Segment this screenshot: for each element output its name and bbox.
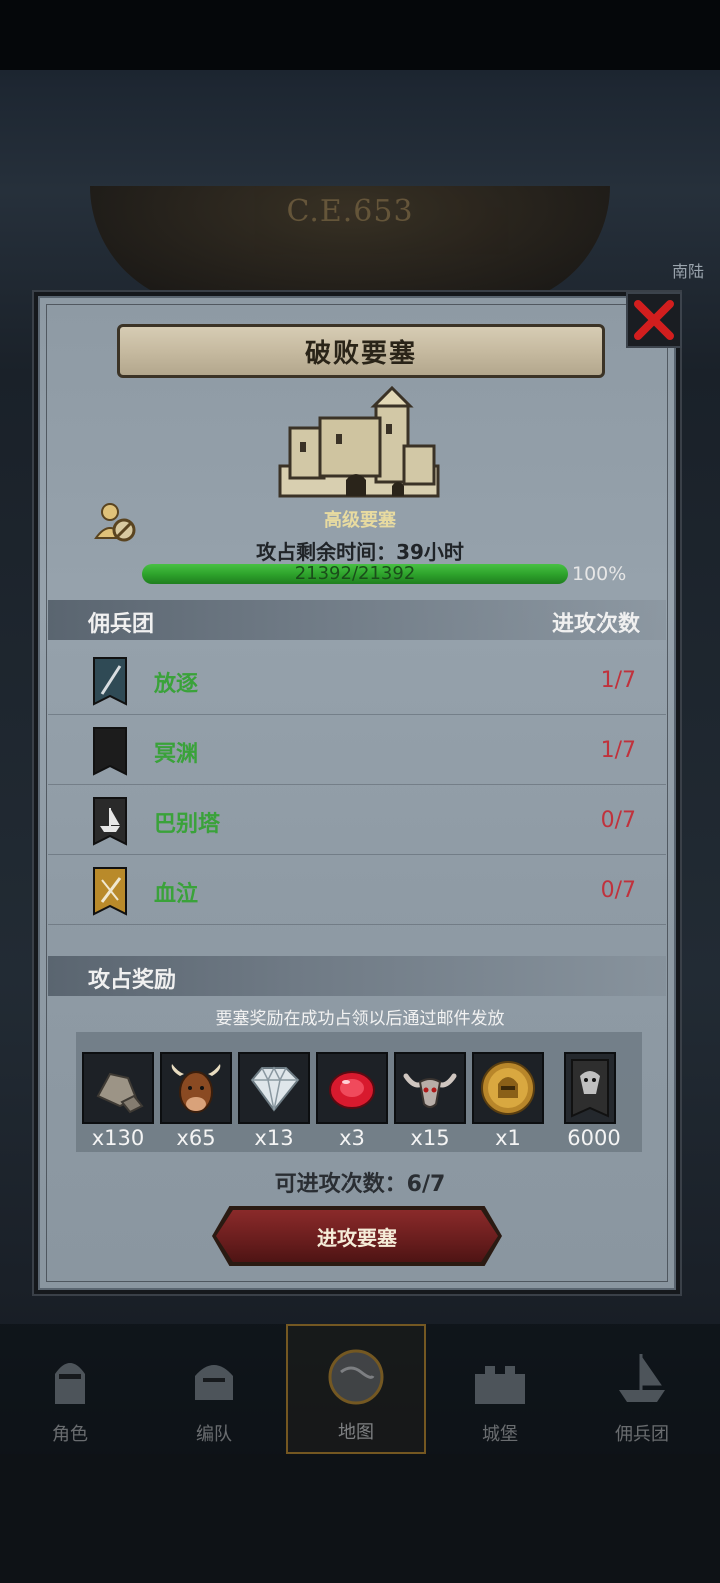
nav-label: 角色 (52, 1424, 88, 1445)
bottom-nav: 角色 编队 地图 城堡 佣兵团 (0, 1324, 720, 1454)
mercenary-row[interactable]: 冥渊 1/7 (48, 716, 666, 785)
diamond-icon (250, 1066, 300, 1112)
attack-fortress-button-label: 进攻要塞 (317, 1225, 397, 1250)
reward-item[interactable] (238, 1052, 310, 1124)
reward-qty: x130 (91, 1126, 145, 1150)
mercenary-name: 巴别塔 (154, 812, 221, 837)
mercenary-section-header: 佣兵团 进攻次数 (48, 600, 666, 640)
nav-label: 编队 (196, 1424, 232, 1445)
mercenary-row[interactable]: 放逐 1/7 (48, 646, 666, 715)
castle-icon (278, 385, 440, 498)
ship-banner-icon (93, 797, 127, 846)
stone-icon (96, 1072, 144, 1114)
sword-banner-icon (93, 657, 127, 706)
nav-tab-mercenary[interactable]: 佣兵团 (572, 1324, 712, 1454)
close-button[interactable] (626, 292, 682, 348)
golden-helmet-coin-icon (481, 1061, 535, 1115)
demon-banner-icon (571, 1059, 609, 1118)
nav-label: 城堡 (482, 1424, 518, 1445)
title-banner: 破败要塞 (117, 324, 605, 378)
reward-item[interactable] (316, 1052, 388, 1124)
cattle-icon (171, 1064, 221, 1113)
nav-tab-castle[interactable]: 城堡 (430, 1324, 570, 1454)
attack-count: 1/7 (600, 668, 636, 693)
attack-count: 0/7 (600, 808, 636, 833)
horned-skull-icon (403, 1073, 457, 1108)
nav-tab-map[interactable]: 地图 (286, 1324, 426, 1454)
fortress-hp-percent: 100% (572, 563, 627, 585)
reward-item[interactable] (82, 1052, 154, 1124)
helmet-icon (195, 1365, 233, 1400)
reward-qty: 6000 (567, 1126, 621, 1150)
reward-item[interactable] (160, 1052, 232, 1124)
attack-count: 0/7 (600, 878, 636, 903)
ruby-icon (329, 1071, 375, 1109)
mercenary-name: 冥渊 (154, 742, 199, 767)
bottom-area (0, 1454, 720, 1583)
reward-qty: x15 (410, 1126, 450, 1150)
fortress-hp-text: 21392/21392 (294, 563, 416, 584)
attacks-remaining: 可进攻次数：6/7 (274, 1172, 446, 1197)
nav-label: 地图 (338, 1422, 374, 1443)
mercenary-name: 血泣 (154, 882, 199, 907)
reward-qty: x65 (176, 1126, 216, 1150)
reward-item[interactable] (564, 1052, 616, 1124)
reward-qty: x1 (495, 1126, 521, 1150)
nav-tab-formation[interactable]: 编队 (144, 1324, 284, 1454)
mercenary-header-label: 佣兵团 (88, 612, 155, 637)
era-dial: C.E.653 (90, 186, 610, 306)
mercenary-row[interactable]: 血泣 0/7 (48, 856, 666, 925)
attack-count-header-label: 进攻次数 (551, 612, 640, 637)
crescent-banner-icon (93, 727, 127, 776)
region-label: 南陆 (671, 262, 704, 281)
capture-time-left: 攻占剩余时间：39小时 (256, 540, 464, 564)
attack-fortress-button[interactable]: 进攻要塞 (216, 1210, 498, 1262)
attack-count: 1/7 (600, 738, 636, 763)
reward-item[interactable] (472, 1052, 544, 1124)
mercenary-row[interactable]: 巴别塔 0/7 (48, 786, 666, 855)
nav-tab-character[interactable]: 角色 (0, 1324, 140, 1454)
dagger-banner-icon (93, 867, 127, 916)
nav-label: 佣兵团 (615, 1424, 669, 1445)
knight-icon (55, 1363, 85, 1404)
castle-nav-icon (475, 1366, 525, 1404)
fortress-level: 高级要塞 (324, 510, 396, 531)
reward-note: 要塞奖励在成功占领以后通过邮件发放 (215, 1009, 505, 1029)
reward-header-label: 攻占奖励 (88, 968, 177, 993)
reward-item[interactable] (394, 1052, 466, 1124)
reward-section-header: 攻占奖励 (48, 956, 666, 996)
reward-qty: x13 (254, 1126, 294, 1150)
dialog-title: 破败要塞 (304, 338, 417, 369)
era-label: C.E.653 (286, 194, 414, 229)
globe-icon (328, 1349, 384, 1405)
mercenary-name: 放逐 (154, 672, 199, 697)
ship-icon (619, 1354, 665, 1402)
close-icon (634, 300, 674, 340)
reward-qty: x3 (339, 1126, 365, 1150)
status-bar (0, 0, 720, 70)
